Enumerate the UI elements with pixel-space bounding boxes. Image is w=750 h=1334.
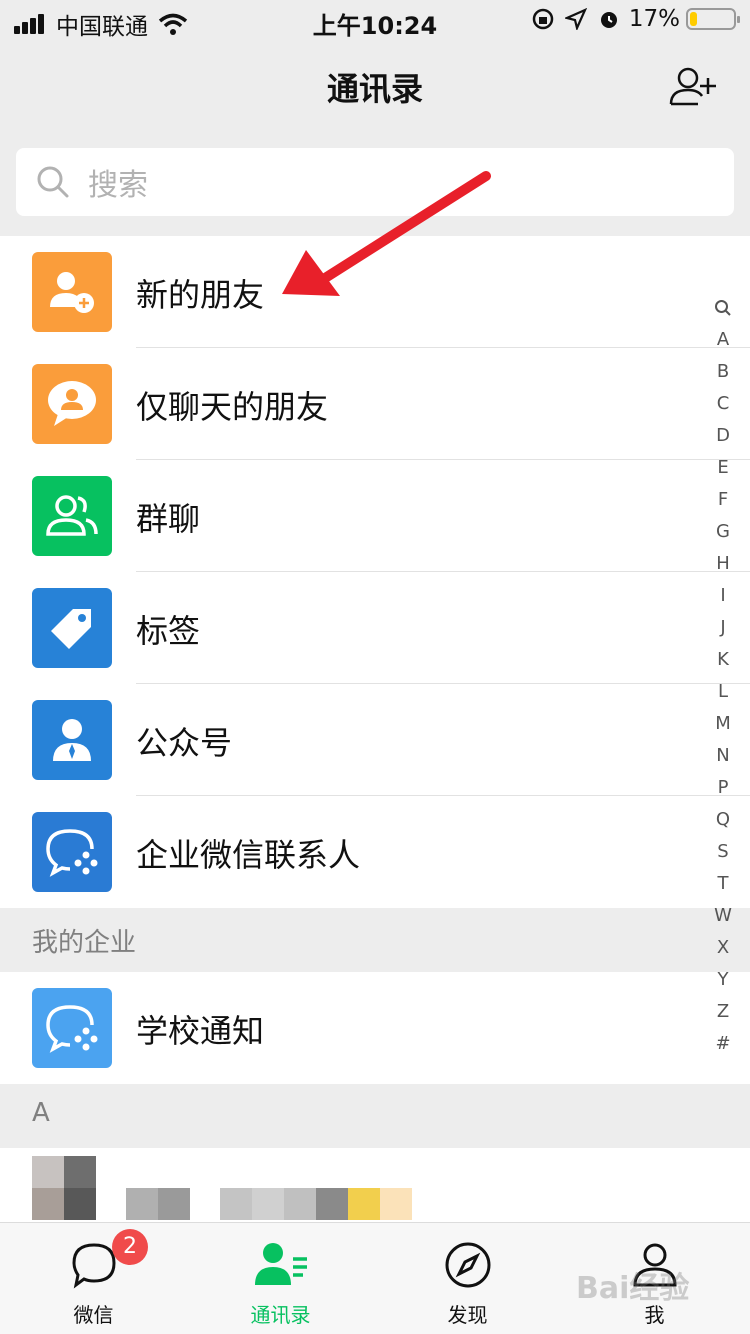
tab-label: 微信: [73, 1303, 114, 1327]
index-letter[interactable]: K: [708, 644, 738, 676]
alphabet-index-bar[interactable]: A B C D E F G H I J K L M N P Q S T W X …: [708, 292, 738, 1060]
index-letter[interactable]: Q: [708, 804, 738, 836]
unread-badge: 2: [112, 1229, 148, 1265]
tab-label: 发现: [447, 1303, 488, 1327]
tab-label: 通讯录: [250, 1303, 311, 1327]
index-letter[interactable]: Y: [708, 964, 738, 996]
index-letter[interactable]: X: [708, 932, 738, 964]
annotation-arrow: [282, 171, 491, 296]
index-letter[interactable]: C: [708, 388, 738, 420]
tab-contacts[interactable]: 通讯录: [187, 1223, 374, 1334]
index-letter[interactable]: M: [708, 708, 738, 740]
index-letter[interactable]: G: [708, 516, 738, 548]
index-letter[interactable]: T: [708, 868, 738, 900]
index-letter[interactable]: P: [708, 772, 738, 804]
index-letter[interactable]: I: [708, 580, 738, 612]
tab-chats[interactable]: 2 微信: [0, 1223, 187, 1334]
index-letter[interactable]: F: [708, 484, 738, 516]
index-letter[interactable]: N: [708, 740, 738, 772]
index-letter[interactable]: E: [708, 452, 738, 484]
compass-icon: [445, 1242, 491, 1288]
index-letter[interactable]: S: [708, 836, 738, 868]
index-letter[interactable]: L: [708, 676, 738, 708]
tab-discover[interactable]: 发现: [374, 1223, 561, 1334]
contacts-icon: [255, 1243, 307, 1285]
index-letter[interactable]: Z: [708, 996, 738, 1028]
index-search-icon[interactable]: [708, 292, 738, 324]
watermark-logo: Bai经验: [576, 1271, 690, 1306]
index-letter[interactable]: H: [708, 548, 738, 580]
index-letter[interactable]: J: [708, 612, 738, 644]
tab-bar: 2 微信 通讯录 发现 我 Bai经验: [0, 1222, 750, 1334]
index-letter[interactable]: A: [708, 324, 738, 356]
index-letter[interactable]: W: [708, 900, 738, 932]
index-letter[interactable]: #: [708, 1028, 738, 1060]
index-letter[interactable]: D: [708, 420, 738, 452]
chat-bubble-icon: [72, 1243, 116, 1289]
index-letter[interactable]: B: [708, 356, 738, 388]
